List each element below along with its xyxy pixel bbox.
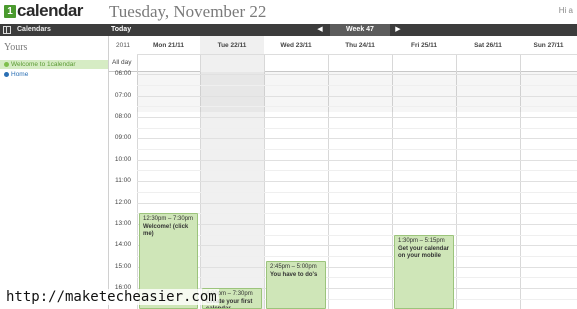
half-hour-line bbox=[137, 149, 577, 151]
event-title: You have to do's bbox=[270, 272, 318, 279]
app-logo[interactable]: 1 calendar bbox=[4, 1, 83, 20]
day-header[interactable]: Sun 27/11 bbox=[520, 36, 577, 55]
logo-mark: 1 bbox=[4, 4, 16, 18]
day-header[interactable]: Mon 21/11 bbox=[137, 36, 200, 55]
sidebar-item-label: Home bbox=[11, 71, 29, 78]
day-header[interactable]: Thu 24/11 bbox=[328, 36, 392, 55]
hour-line bbox=[137, 223, 577, 225]
prev-week-icon[interactable]: ◀ bbox=[315, 25, 325, 35]
half-hour-line bbox=[137, 127, 577, 129]
hour-line bbox=[137, 181, 577, 183]
hour-line bbox=[137, 95, 577, 97]
week-grid: 2011 All day 06:00 07:00 08:00 09:00 10:00 11… bbox=[109, 36, 577, 309]
half-hour-line bbox=[137, 106, 577, 108]
half-hour-line bbox=[137, 170, 577, 172]
logo-text: calendar bbox=[17, 1, 83, 20]
calendar-event[interactable]: 2:45pm – 5:00pm You have to do's bbox=[266, 261, 326, 309]
calendar-event[interactable]: 1:30pm – 5:15pm Get your calendar on your… bbox=[394, 234, 454, 309]
half-hour-line bbox=[137, 234, 577, 236]
next-week-icon[interactable]: ▶ bbox=[393, 25, 403, 35]
day-header[interactable]: Sat 26/11 bbox=[456, 36, 520, 55]
hour-label: 06:00 bbox=[114, 70, 132, 78]
hour-label: 14:00 bbox=[114, 241, 132, 249]
sidebar: Yours Welcome to 1calendar Home bbox=[0, 36, 109, 309]
hour-label: 10:00 bbox=[114, 155, 132, 163]
sidebar-toggle-icon[interactable] bbox=[3, 26, 11, 34]
event-time: 1:30pm – 5:15pm bbox=[398, 237, 445, 244]
half-hour-line bbox=[137, 256, 577, 258]
today-button[interactable]: Today bbox=[111, 25, 135, 35]
hour-line bbox=[137, 202, 577, 204]
hour-line bbox=[137, 266, 577, 268]
year-label: 2011 bbox=[116, 42, 130, 49]
hour-label: 07:00 bbox=[114, 91, 132, 99]
hour-line bbox=[137, 245, 577, 247]
sidebar-item-welcome[interactable]: Welcome to 1calendar bbox=[0, 60, 108, 69]
event-time: 12:30pm – 7:30pm bbox=[143, 216, 194, 223]
toolbar: Calendars Today ◀ Week 47 ▶ bbox=[0, 24, 577, 36]
watermark: http://maketecheasier.com bbox=[4, 289, 219, 305]
hour-label: 12:00 bbox=[114, 198, 132, 206]
sidebar-item-home[interactable]: Home bbox=[3, 70, 28, 79]
hour-line bbox=[137, 116, 577, 118]
all-day-label: All day bbox=[112, 59, 132, 66]
hour-line bbox=[137, 159, 577, 161]
event-time: 2:45pm – 5:00pm bbox=[270, 264, 317, 271]
current-date-title: Tuesday, November 22 bbox=[109, 2, 267, 21]
calendar-color-dot-icon bbox=[4, 72, 9, 77]
user-greeting[interactable]: Hi a bbox=[559, 6, 573, 15]
event-title: Welcome! (click me) bbox=[143, 224, 189, 238]
week-indicator: Week 47 bbox=[330, 24, 390, 36]
event-title: Get your calendar on your mobile bbox=[398, 245, 450, 259]
hour-label: 08:00 bbox=[114, 112, 132, 120]
calendar-app: 1 calendar Tuesday, November 22 Hi a Cal… bbox=[0, 0, 577, 309]
half-hour-line bbox=[137, 213, 577, 215]
hour-label: 15:00 bbox=[114, 262, 132, 270]
day-header[interactable]: Wed 23/11 bbox=[264, 36, 328, 55]
day-header[interactable]: Tue 22/11 bbox=[200, 36, 264, 55]
hour-label: 13:00 bbox=[114, 219, 132, 227]
calendar-color-dot-icon bbox=[4, 62, 9, 67]
hour-line bbox=[137, 138, 577, 140]
sidebar-item-label: Welcome to 1calendar bbox=[11, 61, 76, 68]
hour-label: 11:00 bbox=[115, 177, 131, 185]
half-hour-line bbox=[137, 84, 577, 86]
hour-label: 09:00 bbox=[114, 134, 132, 142]
half-hour-line bbox=[137, 191, 577, 193]
half-hour-line bbox=[137, 277, 577, 279]
sidebar-heading: Yours bbox=[4, 42, 28, 53]
hour-line bbox=[137, 74, 577, 76]
day-header[interactable]: Fri 25/11 bbox=[392, 36, 456, 55]
calendars-label[interactable]: Calendars bbox=[17, 25, 51, 35]
